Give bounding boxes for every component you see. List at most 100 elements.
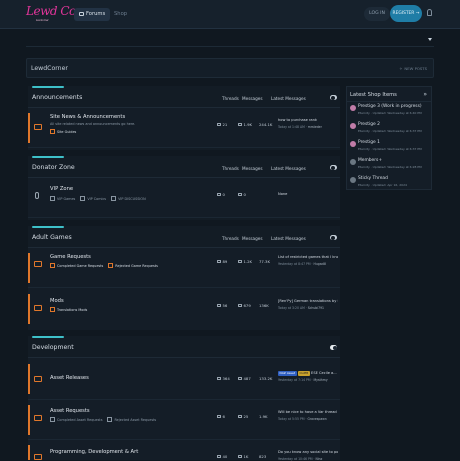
shop-item-name[interactable]: Prestige 1 [358, 140, 380, 145]
threads-value: 0 [222, 192, 225, 197]
breadcrumb-title[interactable]: LewdCorner [31, 65, 68, 72]
chevron-down-icon[interactable] [428, 38, 432, 41]
messages-value: 679 [243, 303, 251, 308]
latest-title[interactable]: DAZ Asset Outfit ESE Cecile a... [278, 371, 338, 376]
shop-item[interactable]: Prestige 1 Eternity · Updated: Wednesday … [347, 138, 431, 156]
col-messages: Messages [242, 236, 263, 241]
latest-time: Today at 1:48 AM [278, 125, 305, 129]
shop-item[interactable]: Members+ Eternity · Updated: Wednesday at… [347, 156, 431, 174]
subforum-list: Translations Mods [50, 307, 92, 312]
threads-count: 40 [217, 454, 227, 459]
folder-icon [34, 376, 42, 382]
latest-meta: Yesterday at 10:46 PM · Ninz [278, 457, 323, 461]
views-count: 77.3K [259, 259, 270, 264]
latest-title[interactable]: Do you know any social site to po... [278, 450, 338, 454]
threads-value: 56 [222, 303, 228, 308]
node-title[interactable]: Asset Requests [50, 408, 90, 414]
category-title[interactable]: Donator Zone [32, 164, 75, 171]
subforum-link[interactable]: VIP Comics [80, 197, 106, 201]
latest-shop-items-widget: Latest Shop Items » Prestige 3 (Work in … [346, 86, 432, 190]
node-bar [28, 445, 30, 460]
messages-value: 487 [243, 376, 251, 381]
forum-node[interactable]: Programming, Development & Art 40 1K 823… [28, 440, 340, 461]
messages-icon [238, 193, 242, 197]
style-toggle-bulb-icon[interactable] [427, 9, 432, 16]
node-title[interactable]: Site News & Announcements [50, 114, 125, 120]
latest-user[interactable]: Ninz [315, 457, 322, 461]
category-accent [32, 226, 64, 228]
shop-item-name[interactable]: Members+ [358, 158, 382, 163]
node-title[interactable]: Game Requests [50, 254, 91, 260]
vip-icon [35, 192, 39, 199]
forum-node[interactable]: Mods Translations Mods 56 679 136K [Ren'… [28, 288, 340, 330]
threads-icon [217, 193, 221, 197]
latest-user[interactable]: mrsteder [308, 125, 322, 129]
category-title[interactable]: Development [32, 344, 74, 351]
shop-item-name[interactable]: Sticky Thread [358, 176, 388, 181]
shop-item-name[interactable]: Prestige 3 (Work in progress) [358, 104, 422, 109]
shop-item-meta: Eternity · Updated: Apr 16, 2024 [358, 183, 407, 187]
shop-item[interactable]: Prestige 3 (Work in progress) Eternity · … [347, 102, 431, 120]
forum-node[interactable]: Asset Releases 364 487 133.2K DAZ Asset O… [28, 358, 340, 400]
latest-time: Yesterday at 8:47 PM [278, 262, 311, 266]
latest-title[interactable]: how to purchase rank [278, 118, 338, 122]
latest-title-text: ESE Cecile a... [311, 371, 337, 375]
login-button[interactable]: LOG IN [364, 7, 390, 21]
shop-item-meta: Eternity · Updated: Wednesday at 6:37 PM [358, 147, 422, 151]
nav-shop-tab[interactable]: Shop [114, 8, 127, 21]
register-button[interactable]: REGISTER → [390, 5, 422, 22]
node-title[interactable]: Asset Releases [50, 375, 89, 381]
category-title[interactable]: Adult Games [32, 234, 72, 241]
shop-item-name[interactable]: Prestige 2 [358, 122, 380, 127]
node-title[interactable]: Programming, Development & Art [50, 449, 138, 455]
latest-title[interactable]: Will be nice to have a Var thread ? [278, 410, 338, 414]
subforum-link[interactable]: Rejected Game Requests [108, 264, 158, 268]
node-title[interactable]: Mods [50, 298, 64, 304]
latest-meta: Today at 5:55 PM · Gravespawn [278, 417, 327, 421]
subforum-link[interactable]: VIP DISCUSSION [111, 197, 146, 201]
threads-icon [217, 304, 221, 308]
messages-value: 1.2K [243, 259, 253, 264]
forum-node[interactable]: Asset Requests Completed Asset Requests R… [28, 400, 340, 440]
avatar [350, 159, 356, 165]
latest-user[interactable]: Gravespawn [307, 417, 326, 421]
messages-value: 0 [243, 192, 246, 197]
messages-count: 679 [238, 303, 251, 308]
forum-node[interactable]: Game Requests Completed Game Requests Rej… [28, 248, 340, 288]
views-count: 136K [259, 303, 269, 308]
messages-value: 1.9K [243, 122, 253, 127]
collapse-toggle[interactable] [330, 345, 337, 350]
threads-icon [217, 377, 221, 381]
double-chevron-right-icon[interactable]: » [423, 91, 427, 98]
subforum-link[interactable]: Translations Mods [50, 308, 87, 312]
category-title[interactable]: Announcements [32, 94, 82, 101]
latest-title[interactable]: [Ren'Py] German translations by S... [278, 299, 338, 303]
category-header: Development [28, 336, 340, 358]
latest-user[interactable]: Mysthmy [314, 378, 328, 382]
nav-forums-tab[interactable]: Forums [74, 8, 111, 21]
node-title[interactable]: VIP Zone [50, 186, 73, 192]
collapse-toggle[interactable] [330, 165, 337, 170]
forum-node[interactable]: VIP Zone VIP Games VIP Comics VIP DISCUSSI… [28, 178, 340, 218]
shop-item[interactable]: Sticky Thread Eternity · Updated: Apr 16,… [347, 174, 431, 192]
new-posts-link[interactable]: ✧ NEW POSTS [399, 66, 427, 71]
latest-title[interactable]: List of restricted games that I kno... [278, 255, 338, 259]
col-latest: Latest Messages [271, 96, 306, 101]
collapse-toggle[interactable] [330, 235, 337, 240]
subforum-link[interactable]: Rejected Asset Requests [107, 418, 156, 422]
node-bar [28, 364, 30, 394]
subforum-link[interactable]: Site Guides [50, 130, 76, 134]
subforum-link[interactable]: VIP Games [50, 197, 75, 201]
shop-item[interactable]: Prestige 2 Eternity · Updated: Wednesday … [347, 120, 431, 138]
subforum-link[interactable]: Completed Game Requests [50, 264, 103, 268]
latest-user[interactable]: Schubi791 [308, 306, 324, 310]
col-threads: Threads [222, 96, 239, 101]
views-count: 244.1K [259, 122, 273, 127]
forum-node[interactable]: Site News & Announcements All site relat… [28, 108, 340, 148]
avatar [350, 105, 356, 111]
messages-icon [238, 260, 242, 264]
col-threads: Threads [222, 166, 239, 171]
collapse-toggle[interactable] [330, 95, 337, 100]
subforum-link[interactable]: Completed Asset Requests [50, 418, 102, 422]
latest-user[interactable]: Hugadill [314, 262, 327, 266]
